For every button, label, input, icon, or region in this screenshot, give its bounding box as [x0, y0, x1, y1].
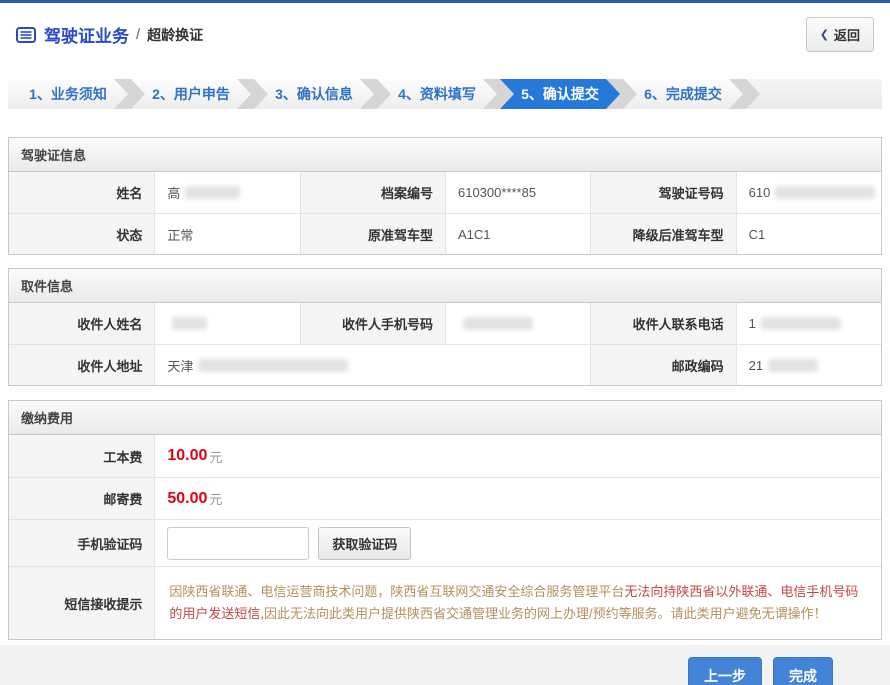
- page-header: 驾驶证业务 / 超龄换证 ❮ 返回: [0, 3, 890, 65]
- back-button-label: 返回: [834, 25, 860, 44]
- page-title: 驾驶证业务: [44, 22, 129, 47]
- section-pickup-info: 取件信息 收件人姓名 收件人手机号码 收件人联系电话 1 收件人地址 天津 邮政…: [8, 268, 882, 386]
- tab-step-6-done[interactable]: 6、完成提交: [623, 79, 743, 109]
- redacted-recipient-phone: [761, 317, 841, 330]
- label-recipient-address: 收件人地址: [9, 344, 154, 385]
- breadcrumb-separator: /: [136, 26, 140, 43]
- value-recipient-phone: 1: [736, 303, 881, 344]
- value-original-class: A1C1: [445, 213, 590, 254]
- value-license-number-text: 610: [749, 185, 771, 200]
- step-tabs-filler: [746, 79, 882, 109]
- tab-step-4-fill-data[interactable]: 4、资料填写: [377, 79, 497, 109]
- back-chevron-icon: ❮: [820, 28, 829, 41]
- tab-step-1-notice[interactable]: 1、业务须知: [8, 79, 128, 109]
- pickup-info-table: 收件人姓名 收件人手机号码 收件人联系电话 1 收件人地址 天津 邮政编码 21: [9, 303, 881, 385]
- label-name: 姓名: [9, 172, 154, 213]
- tab-step-2-declare[interactable]: 2、用户申告: [131, 79, 251, 109]
- redacted-recipient-name: [172, 317, 207, 330]
- label-recipient-phone: 收件人联系电话: [590, 303, 735, 344]
- value-downgraded-class: C1: [736, 213, 881, 254]
- get-code-button[interactable]: 获取验证码: [318, 527, 411, 560]
- value-postage-fee: 50.00 元: [154, 477, 881, 519]
- label-original-class: 原准驾车型: [300, 213, 445, 254]
- sms-code-input[interactable]: [167, 527, 309, 560]
- previous-step-button[interactable]: 上一步: [688, 657, 762, 685]
- value-recipient-address-text: 天津: [167, 356, 193, 375]
- label-status: 状态: [9, 213, 154, 254]
- footer-action-bar: 上一步 完成: [0, 645, 890, 685]
- postage-fee-unit: 元: [209, 489, 222, 508]
- label-downgraded-class: 降级后准驾车型: [590, 213, 735, 254]
- value-name-text: 高: [167, 183, 180, 202]
- value-postal-code: 21: [736, 344, 881, 385]
- section-license-title: 驾驶证信息: [9, 138, 881, 172]
- redacted-recipient-mobile: [463, 317, 533, 330]
- label-sms-notice: 短信接收提示: [9, 566, 154, 639]
- sms-notice: 因陕西省联通、电信运营商技术问题，陕西省互联网交通安全综合服务管理平台无法向持陕…: [154, 566, 881, 639]
- label-archive-number: 档案编号: [300, 172, 445, 213]
- label-license-number: 驾驶证号码: [590, 172, 735, 213]
- sms-notice-text: 因陕西省联通、电信运营商技术问题，陕西省互联网交通安全综合服务管理平台无法向持陕…: [169, 581, 867, 625]
- value-postal-code-text: 21: [749, 358, 763, 373]
- value-recipient-mobile: [445, 303, 590, 344]
- finish-button[interactable]: 完成: [773, 657, 833, 685]
- license-info-table: 姓名 高 档案编号 610300****85 驾驶证号码 610 状态 正常 原…: [9, 172, 881, 254]
- sms-notice-segment-3: 因此无法向此类用户提供陕西省交通管理业务的网上办理/预约等服务。请此类用户避免无…: [264, 606, 827, 621]
- back-button[interactable]: ❮ 返回: [806, 17, 874, 52]
- value-status: 正常: [154, 213, 299, 254]
- breadcrumb-current: 超龄换证: [147, 25, 203, 45]
- section-license-info: 驾驶证信息 姓名 高 档案编号 610300****85 驾驶证号码 610 状…: [8, 137, 882, 255]
- label-recipient-mobile: 收件人手机号码: [300, 303, 445, 344]
- label-postal-code: 邮政编码: [590, 344, 735, 385]
- label-postage-fee: 邮寄费: [9, 477, 154, 519]
- value-name: 高: [154, 172, 299, 213]
- value-recipient-name: [154, 303, 299, 344]
- label-production-fee: 工本费: [9, 435, 154, 477]
- tab-step-3-confirm-info[interactable]: 3、确认信息: [254, 79, 374, 109]
- value-recipient-address: 天津: [154, 344, 590, 385]
- tab-step-5-confirm-submit[interactable]: 5、确认提交: [500, 79, 620, 109]
- postage-fee-amount: 50.00: [167, 490, 207, 508]
- sms-notice-segment-1: 因陕西省联通、电信运营商技术问题，陕西省互联网交通安全综合服务管理平台: [169, 584, 624, 599]
- value-production-fee: 10.00 元: [154, 435, 881, 477]
- fees-table: 工本费 10.00 元 邮寄费 50.00 元 手机验证码 获取验证码 短信接收…: [9, 435, 881, 639]
- value-archive-number: 610300****85: [445, 172, 590, 213]
- label-recipient-name: 收件人姓名: [9, 303, 154, 344]
- license-service-icon: [16, 27, 36, 43]
- section-pickup-title: 取件信息: [9, 269, 881, 303]
- value-recipient-phone-text: 1: [749, 316, 756, 331]
- label-sms-code: 手机验证码: [9, 519, 154, 566]
- section-fees-title: 缴纳费用: [9, 401, 881, 435]
- production-fee-amount: 10.00: [167, 447, 207, 465]
- section-fees: 缴纳费用 工本费 10.00 元 邮寄费 50.00 元 手机验证码 获取验证码…: [8, 400, 882, 640]
- value-license-number: 610: [736, 172, 881, 213]
- step-tabs: 1、业务须知 2、用户申告 3、确认信息 4、资料填写 5、确认提交 6、完成提…: [8, 79, 882, 109]
- production-fee-unit: 元: [209, 447, 222, 466]
- redacted-postal-code: [768, 359, 818, 372]
- sms-code-row: 获取验证码: [154, 519, 881, 566]
- redacted-license-number: [775, 186, 875, 199]
- redacted-name: [185, 186, 240, 199]
- redacted-recipient-address: [198, 359, 348, 372]
